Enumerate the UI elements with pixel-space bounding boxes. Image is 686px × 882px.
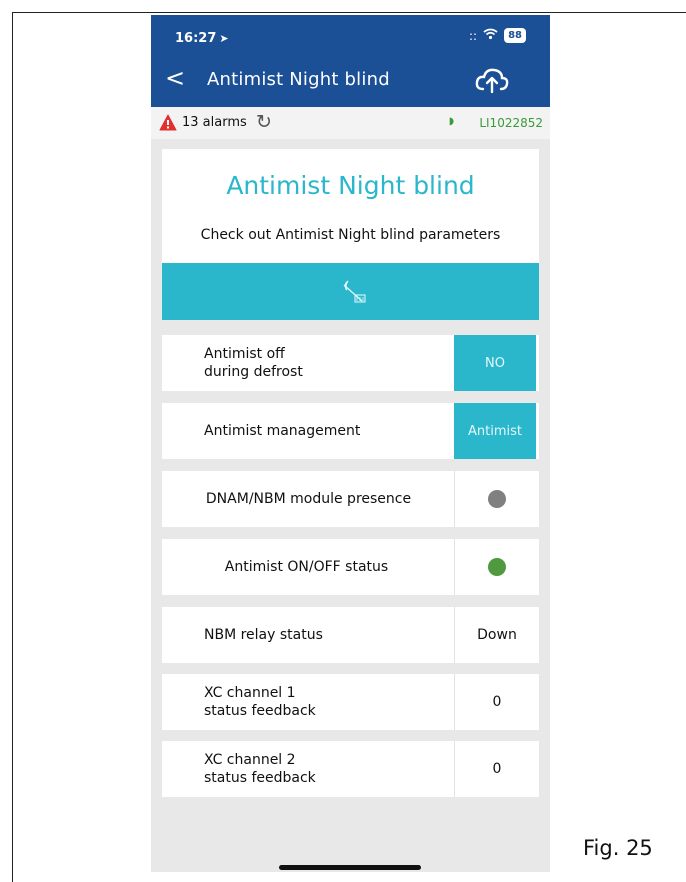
card-banner — [162, 263, 539, 320]
param-row-antimist-off: Antimist off during defrost NO — [162, 335, 539, 391]
param-label: DNAM/NBM module presence — [205, 491, 412, 507]
wifi-icon — [483, 28, 498, 43]
device-id: LI1022852 — [479, 116, 543, 130]
param-label: NBM relay status — [204, 627, 323, 643]
back-button[interactable]: < — [165, 63, 185, 93]
param-row-onoff-status: Antimist ON/OFF status — [162, 539, 539, 595]
nbm-relay-value: Down — [454, 607, 539, 663]
status-time: 16:27 ➤ — [175, 31, 229, 46]
module-presence-value — [454, 471, 539, 527]
param-label-line1: XC channel 2 — [204, 752, 296, 768]
connection-icon: ◗ — [448, 116, 454, 127]
info-card: Antimist Night blind Check out Antimist … — [162, 149, 539, 320]
antimist-management-value-button[interactable]: Antimist — [454, 403, 536, 459]
onoff-status-value — [454, 539, 539, 595]
param-label: Antimist management — [204, 423, 361, 439]
location-arrow-icon: ➤ — [219, 32, 229, 45]
param-label-line1: Antimist off — [204, 346, 285, 362]
param-label: Antimist ON/OFF status — [224, 559, 389, 575]
param-label-line2: status feedback — [204, 770, 316, 786]
warning-icon[interactable] — [159, 114, 177, 131]
time-text: 16:27 — [175, 31, 217, 46]
param-label-line1: XC channel 1 — [204, 685, 296, 701]
refresh-icon[interactable]: ↻ — [256, 111, 272, 133]
param-label: XC channel 1 status feedback — [204, 684, 316, 720]
antimist-off-value-button[interactable]: NO — [454, 335, 536, 391]
param-row-xc-channel-2: XC channel 2 status feedback 0 — [162, 741, 539, 797]
param-row-nbm-relay: NBM relay status Down — [162, 607, 539, 663]
xc-channel-2-value: 0 — [454, 741, 539, 797]
phone-screen: 16:27 ➤ :: 88 < Antimist Night blind 13 a… — [151, 15, 550, 872]
status-indicator-green — [488, 558, 506, 576]
page-title: Antimist Night blind — [207, 69, 390, 90]
figure-label: Fig. 25 — [583, 836, 653, 860]
app-header: 16:27 ➤ :: 88 < Antimist Night blind — [151, 15, 550, 107]
battery-indicator: 88 — [504, 28, 526, 43]
param-row-module-presence: DNAM/NBM module presence — [162, 471, 539, 527]
param-row-xc-channel-1: XC channel 1 status feedback 0 — [162, 674, 539, 730]
alarm-bar: 13 alarms ↻ ◗ LI1022852 — [151, 107, 550, 139]
status-indicator-gray — [488, 490, 506, 508]
home-indicator[interactable] — [279, 865, 421, 870]
status-icons: :: 88 — [469, 28, 526, 43]
param-label-line2: status feedback — [204, 703, 316, 719]
cloud-upload-icon[interactable] — [474, 65, 510, 95]
param-label: Antimist off during defrost — [204, 345, 303, 381]
night-blind-icon — [340, 279, 368, 305]
card-title: Antimist Night blind — [226, 171, 475, 200]
param-label: XC channel 2 status feedback — [204, 751, 316, 787]
card-subtitle: Check out Antimist Night blind parameter… — [200, 227, 501, 243]
signal-icon: :: — [468, 28, 478, 43]
alarm-count[interactable]: 13 alarms — [182, 115, 247, 130]
param-row-antimist-management: Antimist management Antimist — [162, 403, 539, 459]
xc-channel-1-value: 0 — [454, 674, 539, 730]
param-label-line2: during defrost — [204, 364, 303, 380]
